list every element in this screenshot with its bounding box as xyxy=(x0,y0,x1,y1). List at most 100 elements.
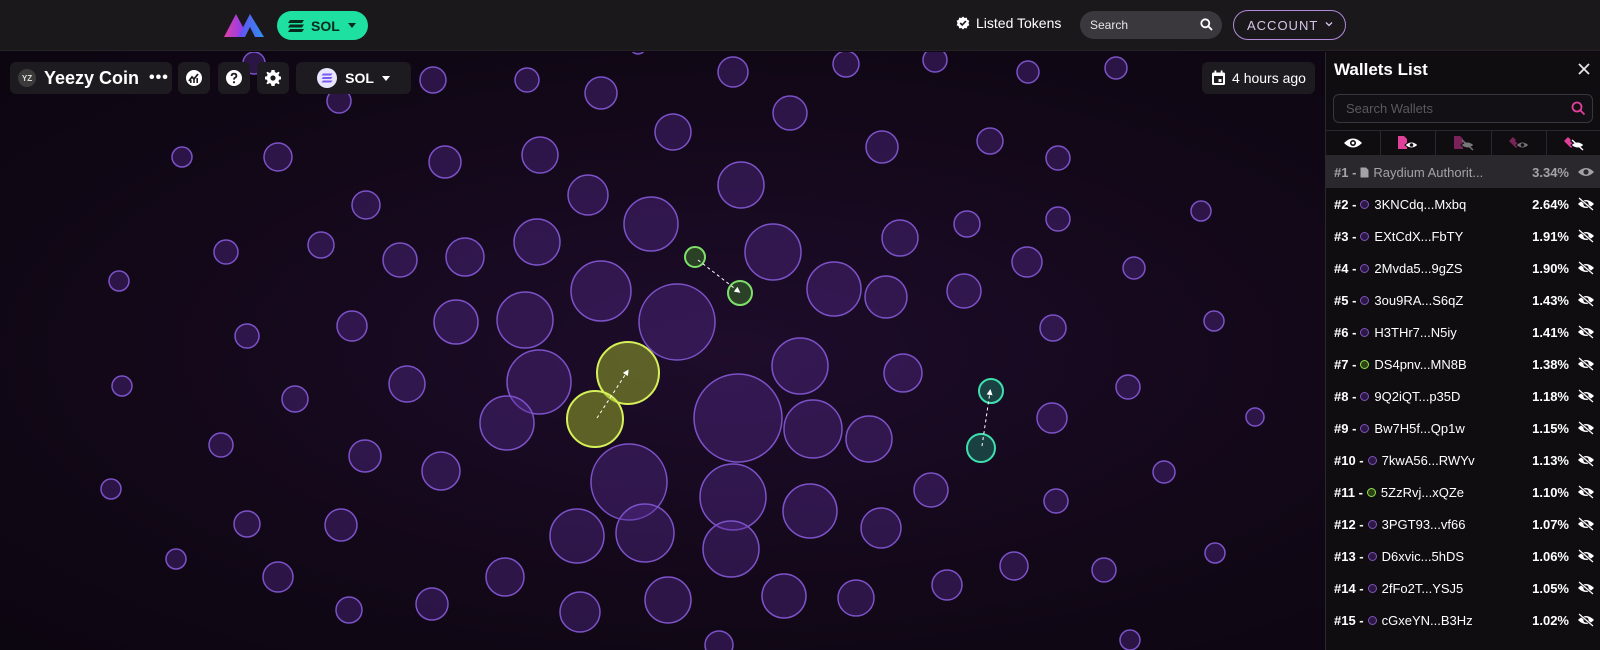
wallet-bubble[interactable] xyxy=(281,385,309,413)
more-options-icon[interactable]: ••• xyxy=(149,69,169,87)
bubble-map-canvas[interactable] xyxy=(0,52,1325,650)
wallet-bubble[interactable] xyxy=(1043,488,1069,514)
wallet-bubble[interactable] xyxy=(514,67,540,93)
wallet-bubble[interactable] xyxy=(881,219,919,257)
wallet-bubble[interactable] xyxy=(307,231,335,259)
wallet-bubble[interactable] xyxy=(1190,200,1212,222)
wallet-bubble[interactable] xyxy=(388,365,426,403)
wallet-bubble[interactable] xyxy=(976,127,1004,155)
wallet-row[interactable]: #10 - 7kwA56...RWYv 1.13% xyxy=(1326,444,1600,476)
wallet-bubble[interactable] xyxy=(693,373,783,463)
wallet-row[interactable]: #9 - Bw7H5f...Qp1w 1.15% xyxy=(1326,412,1600,444)
wallet-row[interactable]: #15 - cGxeYN...B3Hz 1.02% xyxy=(1326,604,1600,636)
wallet-bubble[interactable] xyxy=(233,510,261,538)
wallet-bubble[interactable] xyxy=(1203,310,1225,332)
wallet-row[interactable]: #7 - DS4pnv...MN8B 1.38% xyxy=(1326,348,1600,380)
wallet-bubble[interactable] xyxy=(1204,542,1226,564)
chain-selector-button[interactable]: SOL xyxy=(277,11,368,40)
wallet-bubble[interactable] xyxy=(419,66,447,94)
cluster-teal[interactable] xyxy=(966,378,1004,463)
wallet-bubble[interactable] xyxy=(521,136,559,174)
wallet-bubble[interactable] xyxy=(865,130,899,164)
wallet-bubble[interactable] xyxy=(382,242,418,278)
wallet-bubble[interactable] xyxy=(584,76,618,110)
eye-off-icon[interactable] xyxy=(1577,549,1595,563)
wallet-bubble[interactable] xyxy=(208,432,234,458)
eye-off-icon[interactable] xyxy=(1577,581,1595,595)
wallet-bubble[interactable] xyxy=(772,95,808,131)
wallet-bubble[interactable] xyxy=(1039,314,1067,342)
wallet-bubble[interactable] xyxy=(654,113,692,151)
wallet-bubble[interactable] xyxy=(1091,557,1117,583)
wallet-bubble[interactable] xyxy=(111,375,133,397)
wallet-bubble[interactable] xyxy=(1245,407,1265,427)
wallet-bubble[interactable] xyxy=(1036,402,1068,434)
account-menu-button[interactable]: ACCOUNT xyxy=(1233,10,1346,40)
cluster-bubble-green[interactable] xyxy=(684,246,706,268)
settings-button[interactable] xyxy=(257,62,289,94)
wallet-bubble[interactable] xyxy=(883,353,923,393)
wallet-bubble[interactable] xyxy=(1119,629,1141,650)
search-icon[interactable] xyxy=(1571,101,1586,116)
close-icon[interactable] xyxy=(1576,61,1592,77)
search-icon[interactable] xyxy=(1200,18,1213,31)
wallet-bubble[interactable] xyxy=(351,190,381,220)
wallet-bubble[interactable] xyxy=(630,52,646,55)
wallet-bubble[interactable] xyxy=(513,218,561,266)
wallet-bubble[interactable] xyxy=(336,310,368,342)
wallet-bubble[interactable] xyxy=(570,260,632,322)
wallet-bubble[interactable] xyxy=(1122,256,1146,280)
wallet-bubble[interactable] xyxy=(262,561,294,593)
snapshot-time-button[interactable]: 4 hours ago xyxy=(1202,62,1315,94)
wallet-bubble[interactable] xyxy=(567,174,609,216)
wallet-bubble[interactable] xyxy=(615,503,675,563)
wallet-bubble[interactable] xyxy=(1016,60,1040,84)
cluster-bubble-teal[interactable] xyxy=(966,433,996,463)
wallet-row[interactable]: #4 - 2Mvda5...9gZS 1.90% xyxy=(1326,252,1600,284)
wallet-bubble[interactable] xyxy=(445,237,485,277)
wallet-bubble[interactable] xyxy=(638,283,716,361)
filter-exchanges-hidden[interactable] xyxy=(1492,131,1547,155)
token-info-pill[interactable]: YZ Yeezy Coin ••• xyxy=(10,62,172,94)
eye-off-icon[interactable] xyxy=(1577,613,1595,627)
filter-contracts-visible[interactable] xyxy=(1381,131,1437,155)
cluster-yellow[interactable] xyxy=(566,341,660,448)
wallet-bubble[interactable] xyxy=(335,596,363,624)
wallet-bubble[interactable] xyxy=(263,142,293,172)
eye-off-icon[interactable] xyxy=(1577,517,1595,531)
listed-tokens-link[interactable]: Listed Tokens xyxy=(956,15,1061,31)
wallet-bubble[interactable] xyxy=(348,439,382,473)
eye-off-icon[interactable] xyxy=(1577,421,1595,435)
wallet-row[interactable]: #11 - 5ZzRvj...xQZe 1.10% xyxy=(1326,476,1600,508)
wallet-bubble[interactable] xyxy=(931,569,963,601)
network-selector[interactable]: SOL xyxy=(296,62,411,94)
wallet-bubble[interactable] xyxy=(761,573,807,619)
cluster-bubble-green[interactable] xyxy=(727,280,753,306)
wallet-bubble[interactable] xyxy=(213,239,239,265)
wallet-bubble[interactable] xyxy=(108,270,130,292)
wallet-row[interactable]: #14 - 2fFo2T...YSJ5 1.05% xyxy=(1326,572,1600,604)
wallet-bubble[interactable] xyxy=(717,56,749,88)
wallet-bubble[interactable] xyxy=(623,196,679,252)
wallet-row[interactable]: #8 - 9Q2iQT...p35D 1.18% xyxy=(1326,380,1600,412)
wallet-row[interactable]: #3 - EXtCdX...FbTY 1.91% xyxy=(1326,220,1600,252)
wallet-bubble[interactable] xyxy=(953,210,981,238)
eye-off-icon[interactable] xyxy=(1577,197,1595,211)
wallet-bubble[interactable] xyxy=(999,551,1029,581)
wallet-bubble[interactable] xyxy=(421,451,461,491)
wallet-bubble[interactable] xyxy=(644,576,692,624)
wallet-row[interactable]: #2 - 3KNCdq...Mxbq 2.64% xyxy=(1326,188,1600,220)
wallet-bubble[interactable] xyxy=(428,145,462,179)
wallet-bubble[interactable] xyxy=(1045,145,1071,171)
wallet-bubble[interactable] xyxy=(1115,374,1141,400)
wallet-bubble[interactable] xyxy=(704,630,734,650)
wallet-bubble[interactable] xyxy=(415,587,449,621)
eye-off-icon[interactable] xyxy=(1577,357,1595,371)
wallet-bubble[interactable] xyxy=(324,508,358,542)
wallet-bubble[interactable] xyxy=(479,395,535,451)
wallet-bubble[interactable] xyxy=(864,275,908,319)
eye-off-icon[interactable] xyxy=(1577,261,1595,275)
top-search-input[interactable] xyxy=(1090,18,1190,32)
help-button[interactable] xyxy=(218,62,250,94)
wallet-bubble[interactable] xyxy=(832,52,860,78)
